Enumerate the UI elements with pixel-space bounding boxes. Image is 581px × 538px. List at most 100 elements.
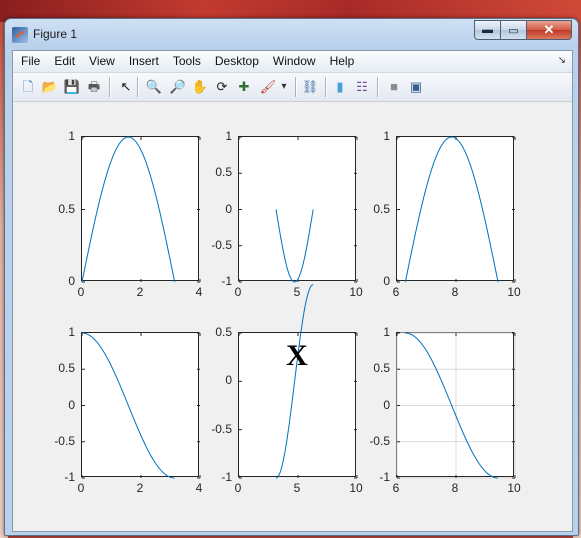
menu-window[interactable]: Window (266, 51, 323, 72)
print-icon[interactable]: 🖶 (85, 78, 103, 96)
insert-legend-icon[interactable]: ☷ (353, 78, 371, 96)
subplot-axes[interactable] (396, 332, 516, 479)
y-tick-label: 0 (225, 201, 232, 216)
series-line (81, 136, 176, 283)
x-tick-label: 6 (392, 481, 400, 495)
subplot-plot-area (238, 136, 358, 283)
y-tick-label: 0 (68, 274, 75, 288)
toolbar-separator (109, 77, 111, 97)
pan-icon[interactable]: ✋ (191, 78, 209, 96)
x-tick-label: 6 (392, 285, 400, 299)
x-tick-label: 10 (349, 285, 363, 299)
y-tick-label: 0.5 (215, 165, 232, 180)
dock-figure-icon[interactable]: ↘ (558, 55, 566, 66)
menu-file[interactable]: File (13, 51, 47, 72)
window-controls: ▬ ▭ ✕ (474, 20, 572, 40)
y-tick-label: 0.5 (373, 201, 390, 216)
y-tick-label: 1 (225, 129, 232, 143)
y-tick-label: -1 (221, 470, 232, 484)
zoom-in-icon[interactable]: 🔍 (145, 78, 163, 96)
figure-window: Figure 1 ▬ ▭ ✕ File Edit View Insert Too… (4, 18, 579, 536)
data-cursor-icon[interactable]: ✚ (235, 78, 253, 96)
y-tick-label: 0.5 (373, 361, 390, 376)
y-tick-label: -1 (379, 470, 390, 484)
menu-view[interactable]: View (82, 51, 122, 72)
figure-canvas[interactable]: 0 2 4 0 0.5 1 0 5 10 -1 -0.5 0 0.5 1 6 8 10 0 0.5 1 0 2 4 -1 -0.… (13, 102, 572, 531)
y-tick-label: 0.5 (58, 361, 75, 376)
x-tick-label: 8 (451, 481, 459, 495)
edit-plot-icon[interactable]: ↖ (117, 78, 135, 96)
subplot-axes[interactable] (396, 136, 516, 283)
toolbar-separator (137, 77, 139, 97)
x-tick-label: 5 (293, 285, 301, 299)
open-file-icon[interactable]: 📂 (41, 78, 59, 96)
brush-icon[interactable]: 🖌 (259, 78, 277, 96)
subplot-axes[interactable] (81, 332, 201, 479)
show-plot-tools-icon[interactable]: ▣ (407, 78, 425, 96)
figure-client-area: File Edit View Insert Tools Desktop Wind… (12, 50, 573, 532)
y-tick-label: 0.5 (215, 325, 232, 339)
brush-dropdown-icon[interactable]: ▾ (279, 78, 289, 96)
menu-tools[interactable]: Tools (166, 51, 208, 72)
y-tick-label: 0 (383, 274, 390, 288)
matlab-figure-icon[interactable] (12, 27, 28, 43)
y-tick-label: 0 (383, 397, 390, 412)
y-tick-label: -1 (64, 470, 75, 484)
menu-bar: File Edit View Insert Tools Desktop Wind… (13, 51, 572, 73)
x-tick-label: 0 (77, 481, 85, 495)
x-tick-label: 10 (349, 481, 363, 495)
toolbar-separator (377, 77, 379, 97)
y-tick-label: 1 (383, 325, 390, 339)
y-tick-label: 1 (68, 325, 75, 339)
series-line (404, 136, 499, 283)
new-figure-icon[interactable]: 🗋 (19, 78, 37, 96)
x-tick-label: 0 (234, 481, 242, 495)
y-tick-label: 1 (383, 129, 390, 143)
text-annotation: X (286, 339, 308, 373)
y-tick-label: -0.5 (211, 421, 232, 436)
menu-insert[interactable]: Insert (122, 51, 166, 72)
subplot-axes[interactable] (238, 136, 358, 283)
y-tick-label: -1 (221, 274, 232, 288)
rotate-3d-icon[interactable]: ⟳ (213, 78, 231, 96)
x-tick-label: 0 (77, 285, 85, 299)
x-tick-label: 2 (136, 481, 144, 495)
x-tick-label: 8 (451, 285, 459, 299)
window-title: Figure 1 (33, 27, 78, 41)
menu-edit[interactable]: Edit (47, 51, 82, 72)
x-tick-label: 2 (136, 285, 144, 299)
subplot-plot-area (396, 136, 516, 283)
insert-colorbar-icon[interactable]: ▮ (331, 78, 349, 96)
save-icon[interactable]: 💾 (63, 78, 81, 96)
subplot-axes[interactable] (81, 136, 201, 283)
series-line (275, 209, 314, 283)
x-tick-label: 5 (293, 481, 301, 495)
x-tick-label: 0 (234, 285, 242, 299)
y-tick-label: -0.5 (54, 433, 75, 448)
y-tick-label: 0 (68, 397, 75, 412)
x-tick-label: 10 (507, 481, 521, 495)
close-button[interactable]: ✕ (526, 20, 572, 40)
subplot-plot-area (396, 332, 516, 479)
zoom-out-icon[interactable]: 🔎 (169, 78, 187, 96)
title-bar[interactable]: Figure 1 ▬ ▭ ✕ (5, 19, 578, 49)
x-tick-label: 4 (195, 481, 203, 495)
y-tick-label: 0 (225, 373, 232, 388)
subplot-plot-area (81, 136, 201, 283)
y-tick-label: 0.5 (58, 201, 75, 216)
y-tick-label: -0.5 (369, 433, 390, 448)
subplot-plot-area (81, 332, 201, 479)
menu-help[interactable]: Help (323, 51, 362, 72)
figure-toolbar: 🗋 📂 💾 🖶 ↖ 🔍 🔎 ✋ ⟳ ✚ 🖌 ▾ ⛓ ▮ ☷ ■ ▣ (13, 73, 572, 102)
x-tick-label: 10 (507, 285, 521, 299)
hide-plot-tools-icon[interactable]: ■ (385, 78, 403, 96)
menu-desktop[interactable]: Desktop (208, 51, 266, 72)
toolbar-separator (295, 77, 297, 97)
maximize-button[interactable]: ▭ (500, 20, 526, 40)
x-tick-label: 4 (195, 285, 203, 299)
link-plot-icon[interactable]: ⛓ (301, 78, 319, 96)
toolbar-separator (325, 77, 327, 97)
minimize-button[interactable]: ▬ (474, 20, 500, 40)
y-tick-label: -0.5 (211, 237, 232, 252)
y-tick-label: 1 (68, 129, 75, 143)
